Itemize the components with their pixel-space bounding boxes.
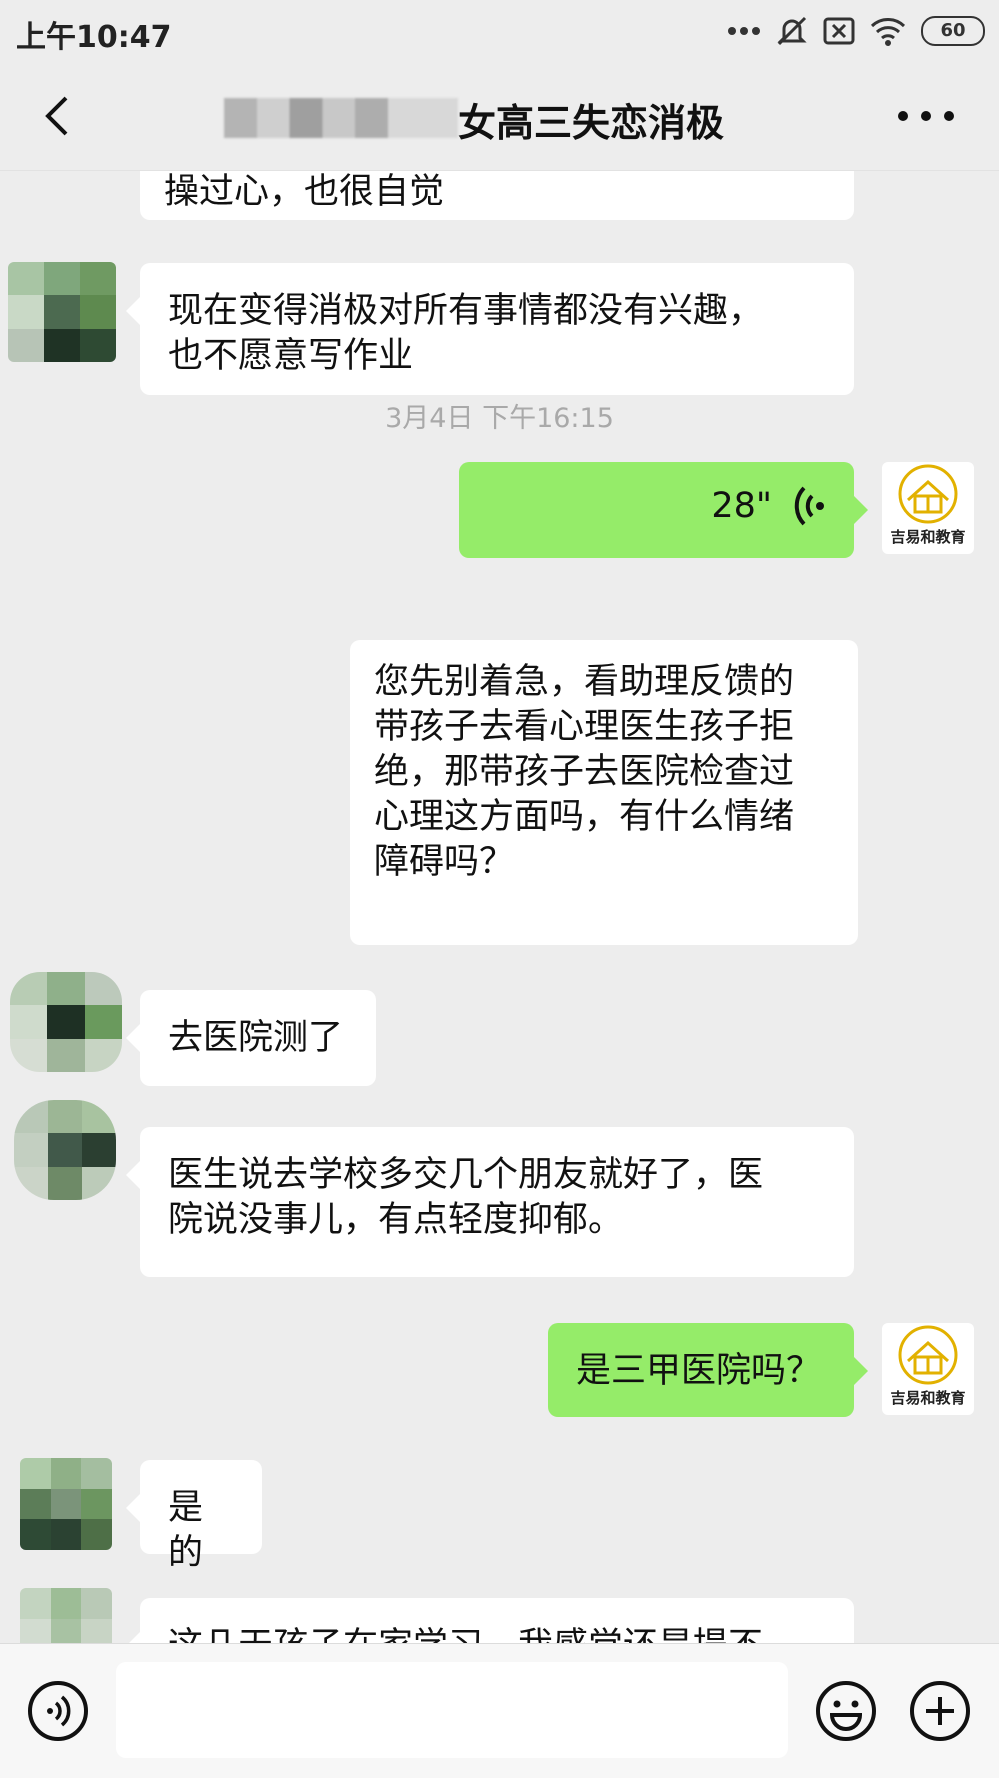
message-bubble[interactable]: 是的 xyxy=(126,1460,262,1573)
voice-wave-icon xyxy=(794,486,824,526)
brand-avatar[interactable]: 吉易和教育 xyxy=(882,1323,974,1415)
message-line: 现在变得消极对所有事情都没有兴趣， xyxy=(168,291,764,331)
message-bubble[interactable]: 操过心，也很自觉 xyxy=(140,170,854,220)
brand-name: 吉易和教育 xyxy=(890,1389,966,1407)
message-bubble[interactable]: 医生说去学校多交几个朋友就好了，医 院说没事儿，有点轻度抑郁。 xyxy=(126,1127,854,1277)
message-text: 是的 xyxy=(168,1488,204,1573)
brand-avatar[interactable]: 吉易和教育 xyxy=(882,462,974,554)
status-icons: 60 xyxy=(727,12,985,50)
emoji-icon[interactable] xyxy=(814,1679,878,1743)
contact-avatar[interactable] xyxy=(10,972,122,1072)
more-dots-icon xyxy=(728,27,760,35)
close-box-icon xyxy=(823,17,855,45)
chat-title: 女高三失恋消极 xyxy=(458,101,725,145)
message-input[interactable] xyxy=(116,1662,788,1758)
voice-message-bubble[interactable]: 28" xyxy=(459,462,868,558)
message-bubble[interactable]: 是三甲医院吗？ xyxy=(548,1323,868,1417)
brand-logo-icon xyxy=(898,1325,958,1385)
chat-area[interactable]: 操过心，也很自觉 现在变得消极对所有事情都没有兴趣， 也不愿意写作业 3月4日 … xyxy=(0,170,999,1643)
message-line: 障碍吗？ xyxy=(374,842,515,882)
message-text: 操过心，也很自觉 xyxy=(164,172,445,212)
message-text: 这几天孩子在家学习，我感觉还是提不 xyxy=(168,1626,763,1643)
input-bar xyxy=(0,1643,999,1778)
brand-logo-icon xyxy=(898,464,958,524)
voice-toggle-icon[interactable] xyxy=(26,1679,90,1743)
contact-avatar[interactable] xyxy=(14,1100,116,1200)
plus-icon[interactable] xyxy=(908,1679,972,1743)
message-bubble[interactable]: 这几天孩子在家学习，我感觉还是提不 xyxy=(126,1598,854,1643)
brand-name: 吉易和教育 xyxy=(890,528,966,546)
more-horizontal-icon[interactable] xyxy=(895,106,957,126)
mute-bell-icon xyxy=(777,16,807,46)
message-line: 带孩子去看心理医生孩子拒 xyxy=(374,707,795,747)
chevron-left-icon[interactable] xyxy=(34,92,82,140)
contact-avatar[interactable] xyxy=(20,1588,112,1643)
message-line: 也不愿意写作业 xyxy=(168,336,414,376)
message-line: 您先别着急，看助理反馈的 xyxy=(374,662,795,702)
message-line: 医生说去学校多交几个朋友就好了，医 xyxy=(168,1155,764,1195)
message-bubble[interactable]: 您先别着急，看助理反馈的 带孩子去看心理医生孩子拒 绝，那带孩子去医院检查过 心… xyxy=(350,640,858,945)
message-text: 是三甲医院吗？ xyxy=(576,1351,822,1391)
timestamp: 3月4日 下午16:15 xyxy=(385,403,614,434)
status-bar: 上午10:47 60 xyxy=(0,0,999,62)
message-line: 院说没事儿，有点轻度抑郁。 xyxy=(168,1200,624,1240)
message-bubble[interactable]: 去医院测了 xyxy=(126,990,376,1086)
message-text: 去医院测了 xyxy=(168,1018,344,1058)
status-time: 上午10:47 xyxy=(16,20,172,55)
message-line: 心理这方面吗，有什么情绪 xyxy=(374,797,795,837)
battery-icon: 60 xyxy=(921,16,985,46)
contact-avatar[interactable] xyxy=(8,262,116,362)
voice-duration: 28" xyxy=(711,486,772,526)
message-bubble[interactable]: 现在变得消极对所有事情都没有兴趣， 也不愿意写作业 xyxy=(126,263,854,395)
wifi-icon xyxy=(870,18,906,46)
blurred-contact-name xyxy=(224,98,458,138)
chat-header: 女高三失恋消极 xyxy=(0,62,999,171)
contact-avatar[interactable] xyxy=(20,1458,112,1550)
message-line: 绝，那带孩子去医院检查过 xyxy=(374,752,795,792)
